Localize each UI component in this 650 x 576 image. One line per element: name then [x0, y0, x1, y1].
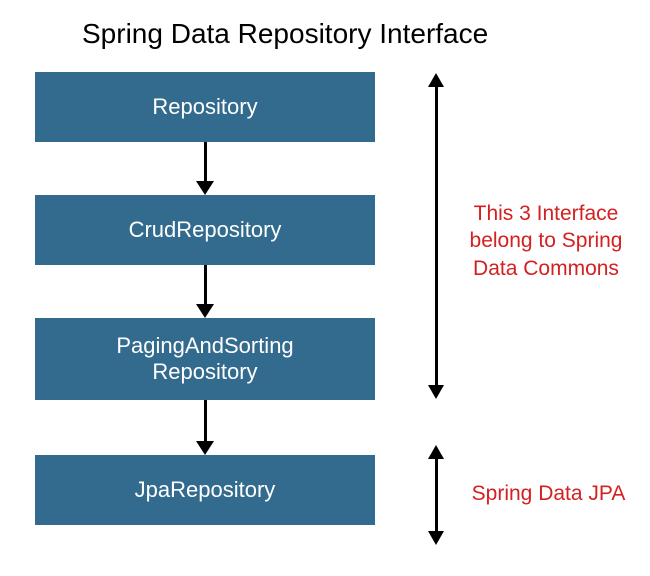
- box-paging-sorting-repository: PagingAndSortingRepository: [35, 318, 375, 400]
- box-jpa-repository: JpaRepository: [35, 455, 375, 525]
- box-crud-repository: CrudRepository: [35, 195, 375, 265]
- diagram-title: Spring Data Repository Interface: [82, 18, 488, 50]
- annotation-jpa: Spring Data JPA: [466, 480, 631, 507]
- box-repository: Repository: [35, 72, 375, 142]
- annotation-commons: This 3 Interfacebelong to SpringData Com…: [466, 200, 626, 282]
